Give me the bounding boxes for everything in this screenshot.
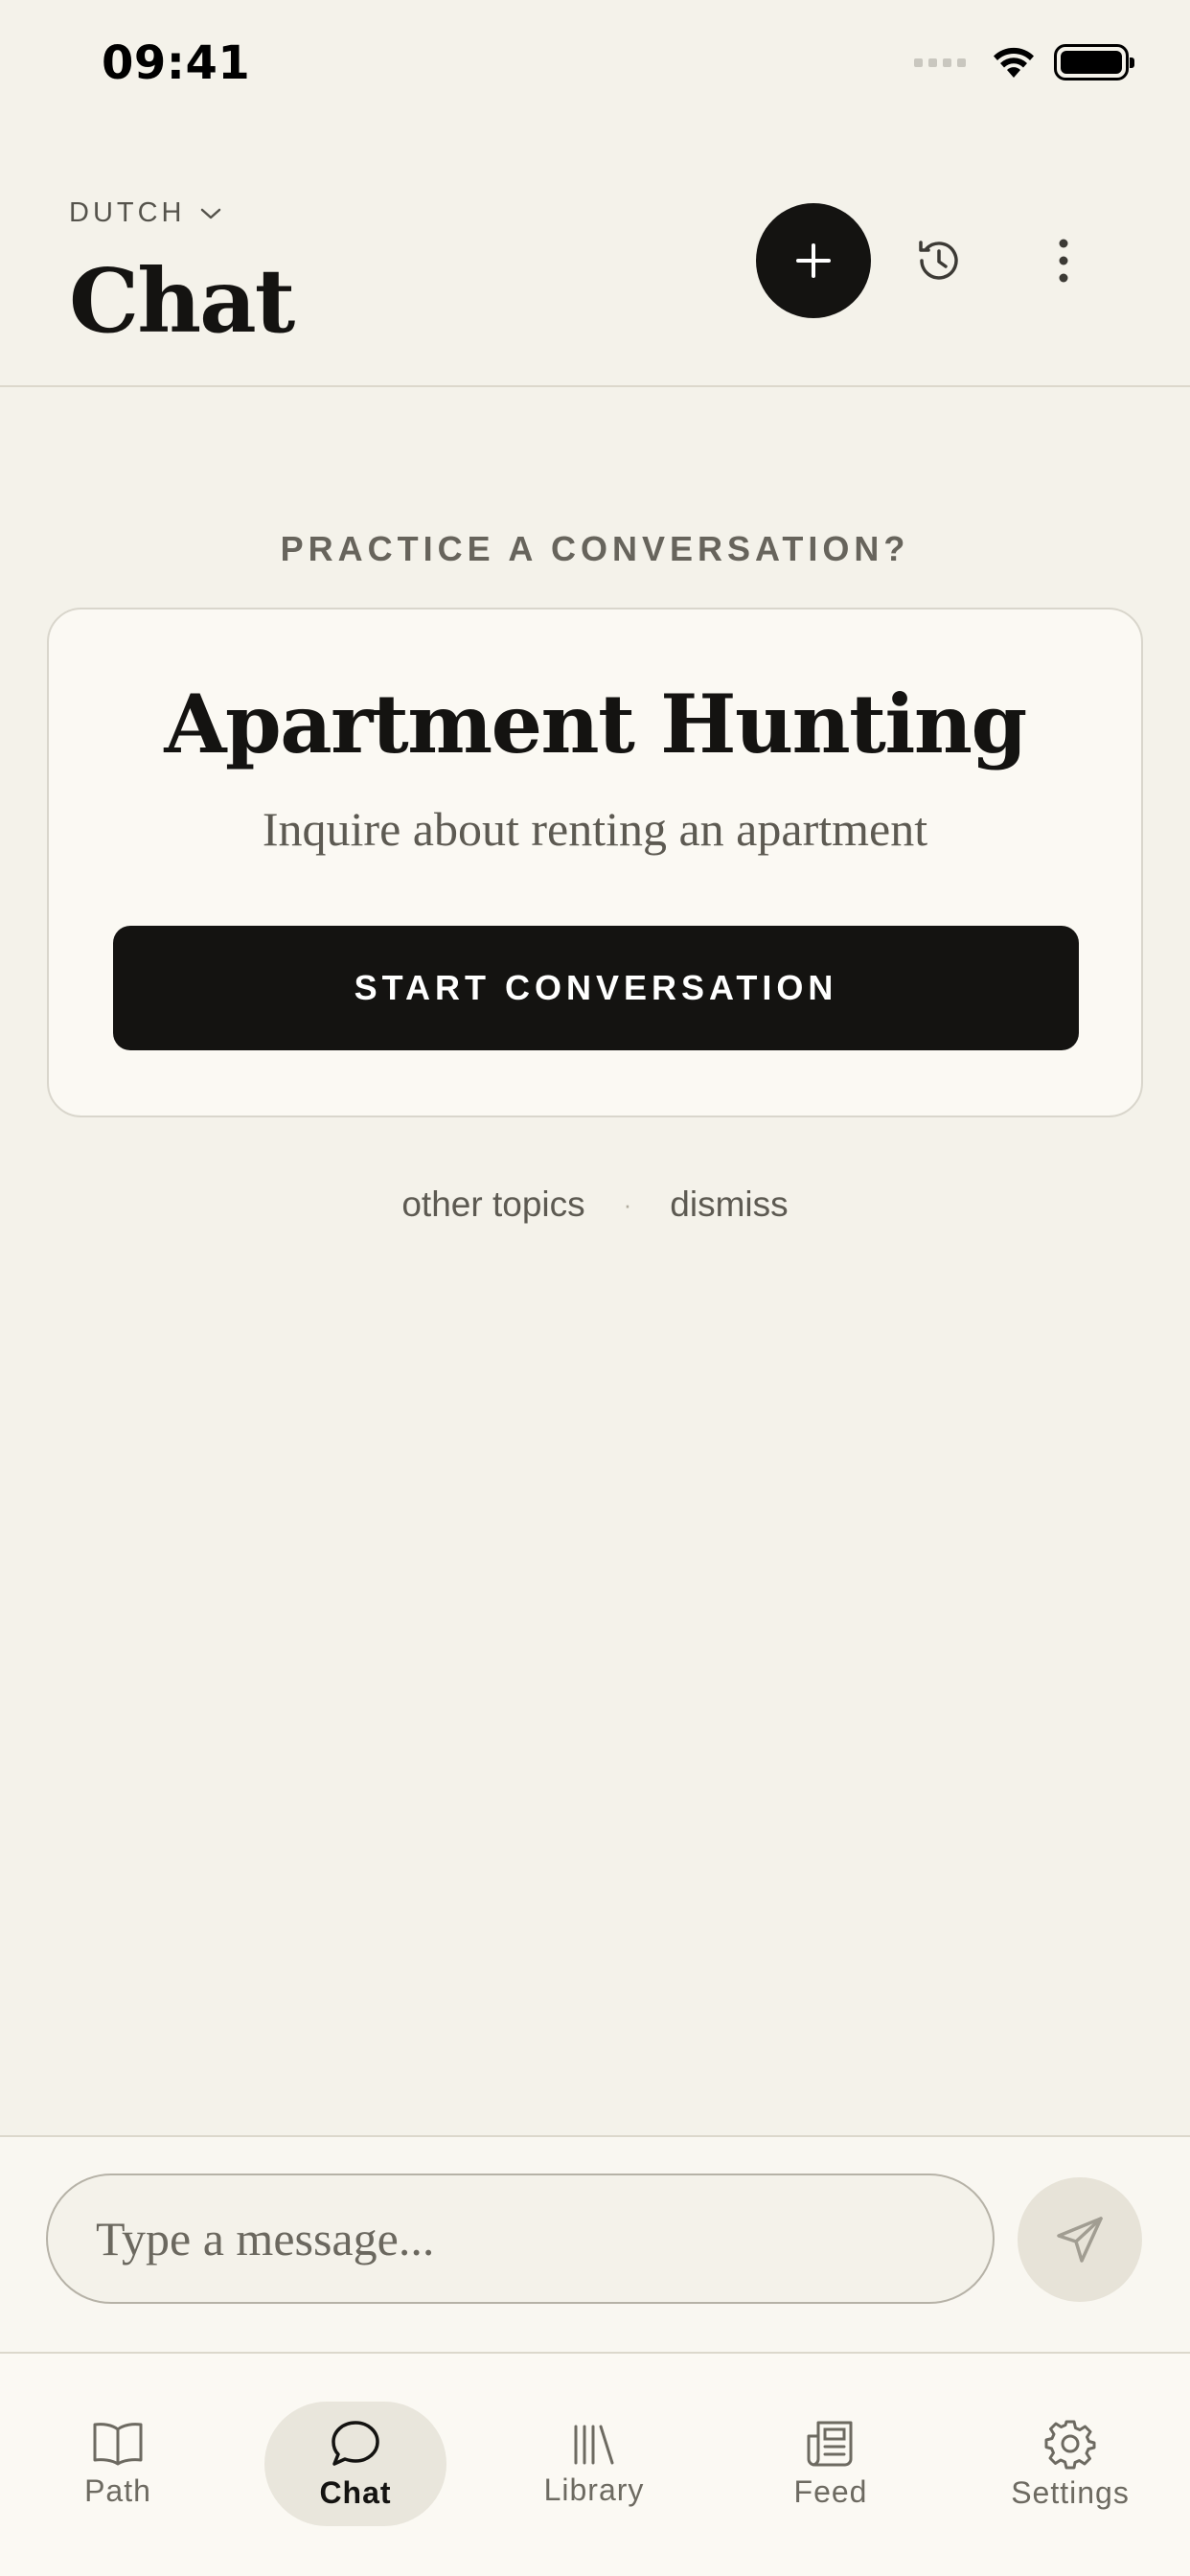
more-options-button[interactable] [1025, 222, 1102, 299]
language-label: DUTCH [69, 197, 186, 228]
plus-icon [796, 243, 831, 278]
tab-bar: Path Chat Library Feed Settings [0, 2352, 1190, 2576]
tab-chat[interactable]: Chat [264, 2402, 446, 2526]
tab-path[interactable]: Path [27, 2402, 209, 2526]
dismiss-link[interactable]: dismiss [670, 1184, 788, 1225]
tab-settings[interactable]: Settings [979, 2402, 1161, 2526]
tab-label: Library [543, 2472, 645, 2507]
practice-prompt: PRACTICE A CONVERSATION? [280, 529, 910, 568]
tab-feed[interactable]: Feed [740, 2402, 922, 2526]
page-title: Chat [69, 249, 295, 353]
other-topics-link[interactable]: other topics [401, 1184, 584, 1225]
history-icon [919, 241, 958, 280]
gear-icon [1044, 2420, 1096, 2469]
newspaper-icon [807, 2421, 853, 2466]
suggestion-card: Apartment Hunting Inquire about renting … [47, 608, 1143, 1117]
history-button[interactable] [901, 222, 977, 299]
status-bar: 09:41 [0, 0, 1190, 125]
chevron-down-icon [200, 208, 220, 218]
tab-label: Feed [793, 2473, 868, 2509]
scenario-title: Apartment Hunting [164, 677, 1027, 771]
more-vertical-icon [1059, 239, 1068, 283]
battery-icon [1054, 44, 1134, 80]
new-chat-button[interactable] [756, 203, 871, 318]
status-icons [914, 44, 1134, 80]
scenario-description: Inquire about renting an apartment [262, 802, 928, 856]
language-selector[interactable]: DUTCH [69, 197, 222, 229]
tab-label: Path [84, 2472, 151, 2508]
separator-dot: · [623, 1189, 632, 1219]
topic-actions: other topics · dismiss [0, 1184, 1190, 1225]
tab-label: Settings [1011, 2474, 1130, 2510]
start-conversation-button[interactable]: START CONVERSATION [113, 926, 1079, 1050]
tab-label: Chat [319, 2474, 392, 2510]
wifi-icon [994, 47, 1034, 78]
book-icon [93, 2422, 143, 2465]
library-icon [574, 2425, 614, 2464]
send-button[interactable] [1018, 2177, 1142, 2302]
message-composer [0, 2135, 1190, 2352]
send-icon [1057, 2217, 1103, 2263]
cellular-signal-icon [914, 58, 966, 67]
message-input[interactable] [46, 2174, 995, 2304]
status-time: 09:41 [102, 36, 251, 90]
chat-bubble-icon [332, 2420, 379, 2466]
header: DUTCH Chat [0, 125, 1190, 387]
tab-library[interactable]: Library [503, 2402, 685, 2526]
